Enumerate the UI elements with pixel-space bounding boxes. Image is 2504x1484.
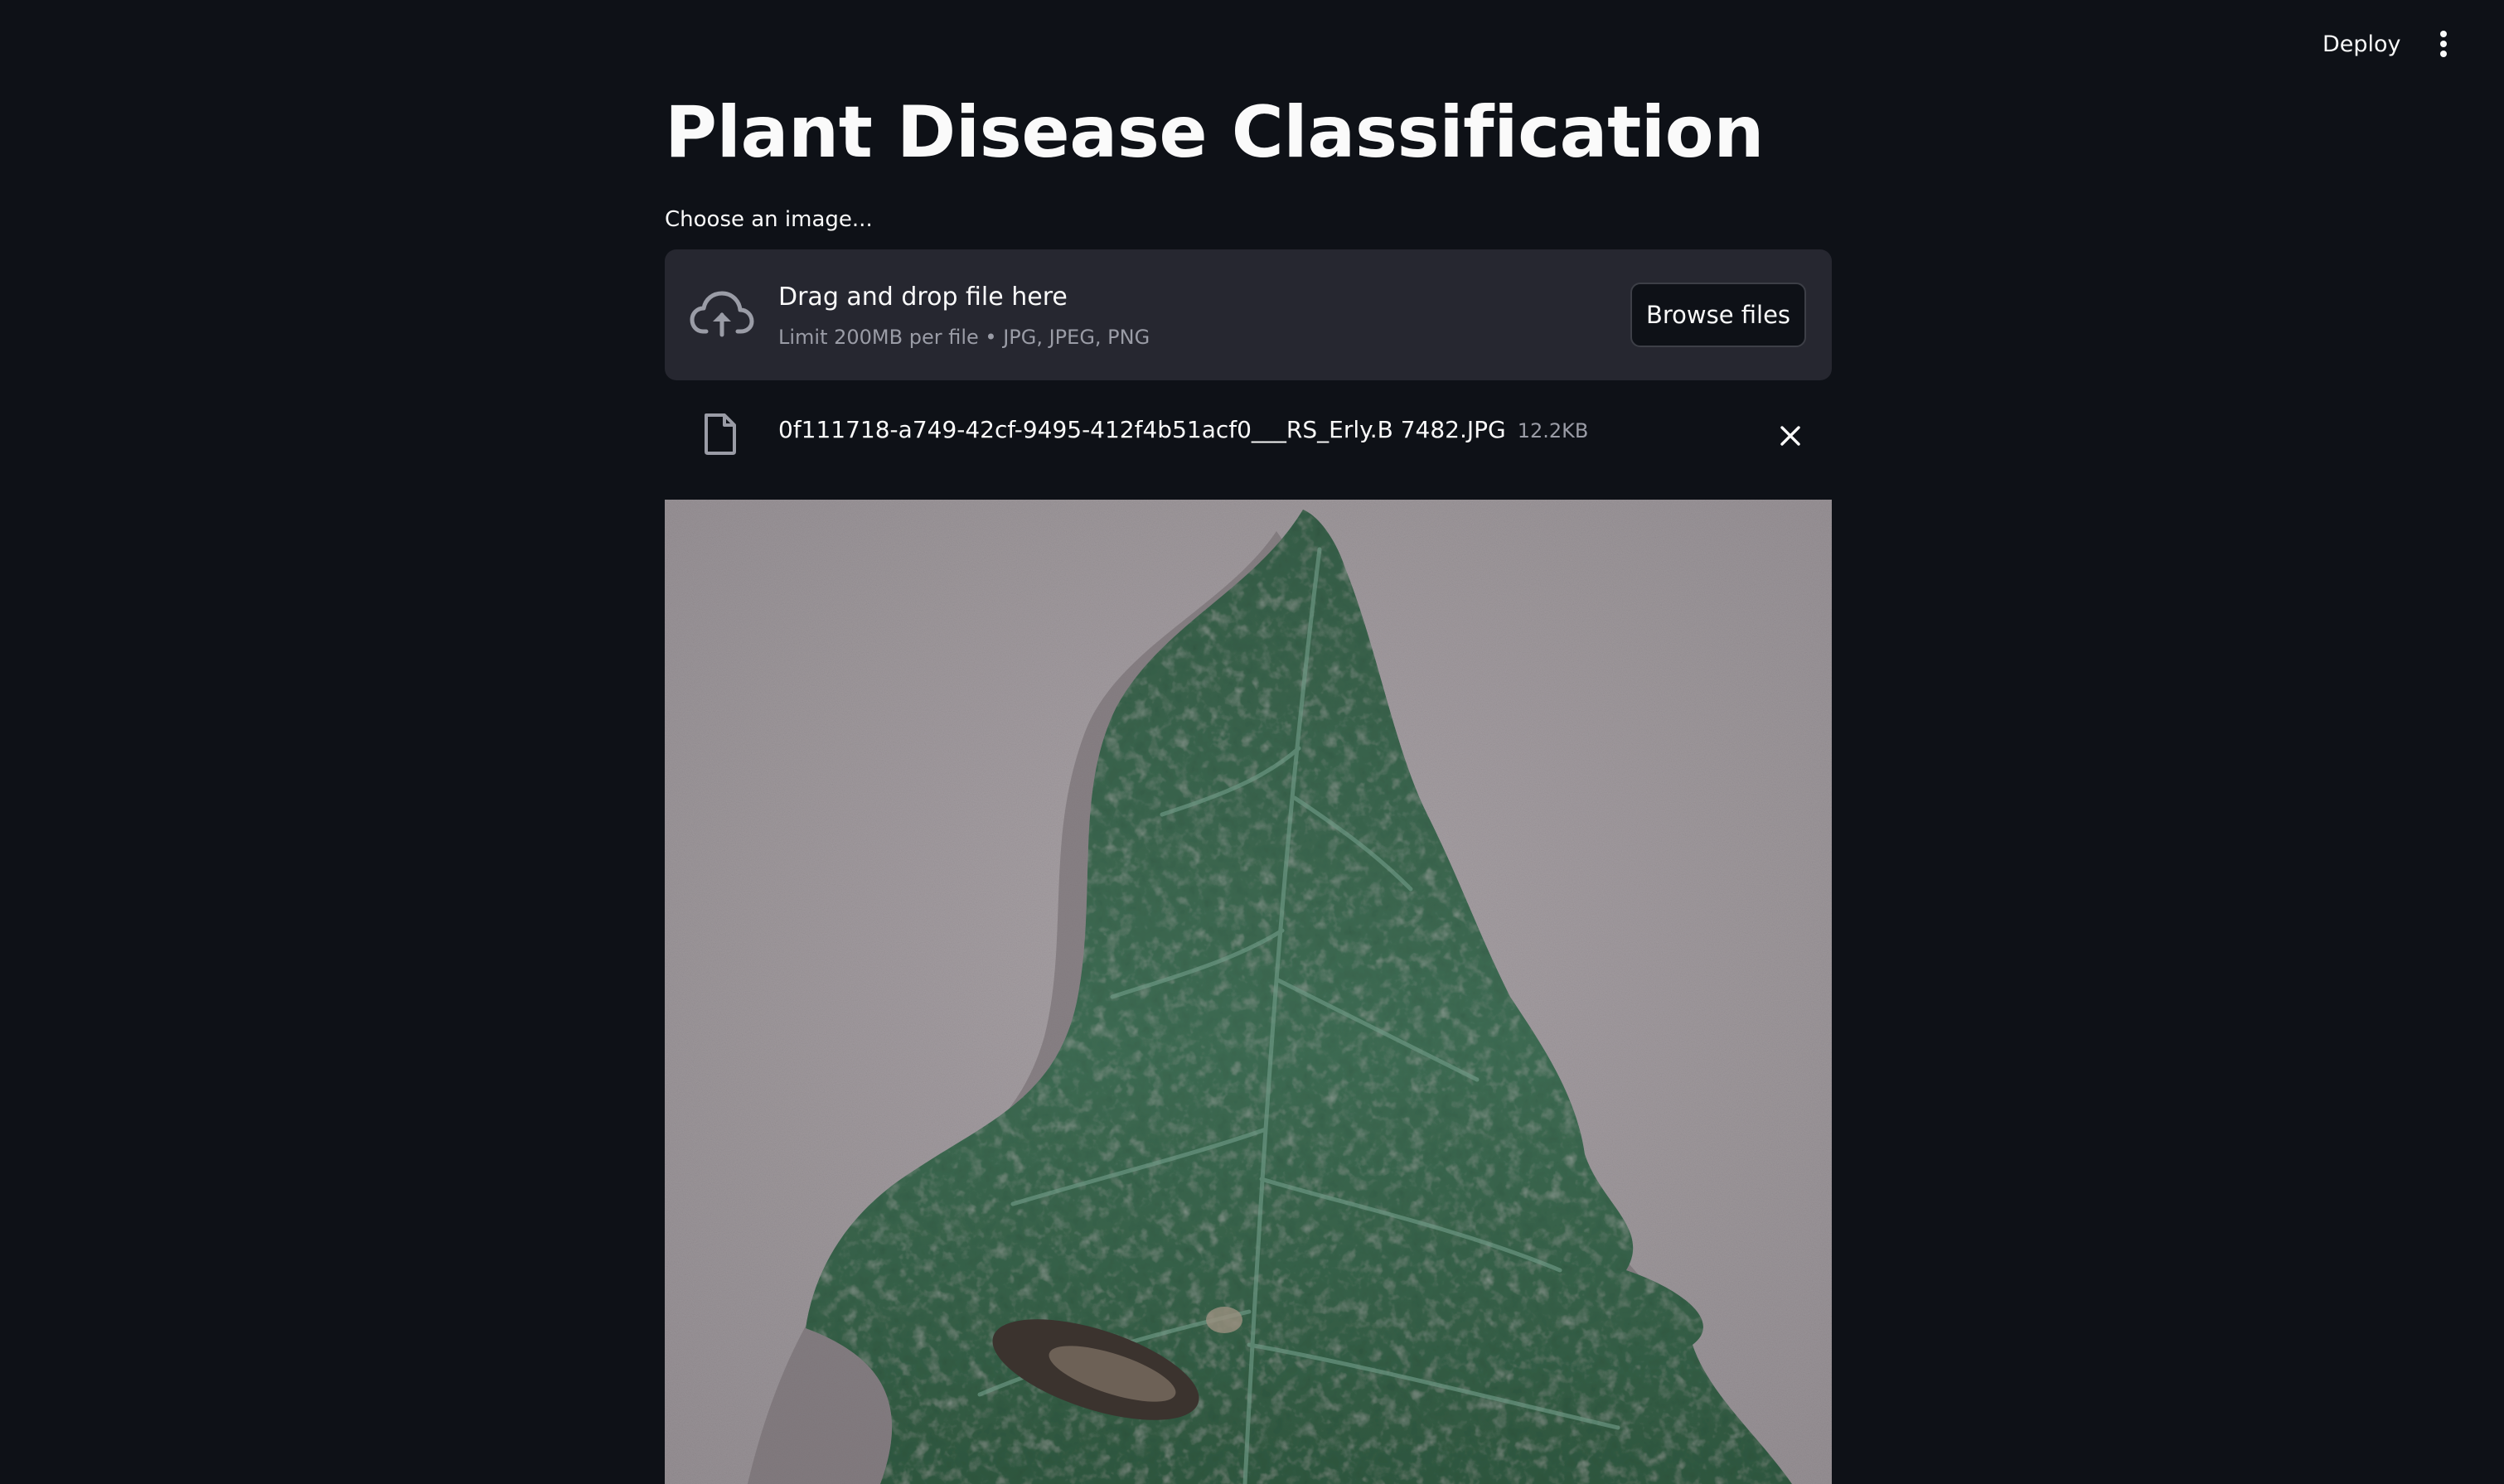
dropzone-title: Drag and drop file here — [778, 283, 1068, 312]
file-icon — [705, 413, 736, 455]
app-root: Deploy Plant Disease Classification Choo… — [0, 0, 2504, 1484]
page-title: Plant Disease Classification — [665, 91, 1764, 174]
main-menu-button[interactable] — [2424, 25, 2463, 63]
close-icon — [1780, 426, 1800, 446]
file-dropzone[interactable]: Drag and drop file here Limit 200MB per … — [665, 249, 1832, 380]
file-uploader-label: Choose an image... — [665, 207, 873, 232]
cloud-upload-icon — [690, 291, 754, 337]
tomato-leaf-image — [665, 500, 1832, 1484]
uploaded-image-preview — [665, 500, 1832, 1484]
file-name-text: 0f111718-a749-42cf-9495-412f4b51acf0___R… — [778, 416, 1506, 443]
deploy-button[interactable]: Deploy — [2313, 25, 2411, 63]
dropzone-limit-text: Limit 200MB per file • JPG, JPEG, PNG — [778, 326, 1150, 349]
uploaded-file-name: 0f111718-a749-42cf-9495-412f4b51acf0___R… — [778, 416, 1588, 443]
header-bar: Deploy — [0, 0, 2504, 86]
vertical-ellipsis-icon — [2440, 31, 2447, 57]
remove-file-button[interactable] — [1772, 418, 1809, 454]
uploaded-file-row: 0f111718-a749-42cf-9495-412f4b51acf0___R… — [665, 401, 1832, 467]
browse-files-button[interactable]: Browse files — [1630, 283, 1806, 347]
file-size-text: 12.2KB — [1517, 419, 1589, 442]
